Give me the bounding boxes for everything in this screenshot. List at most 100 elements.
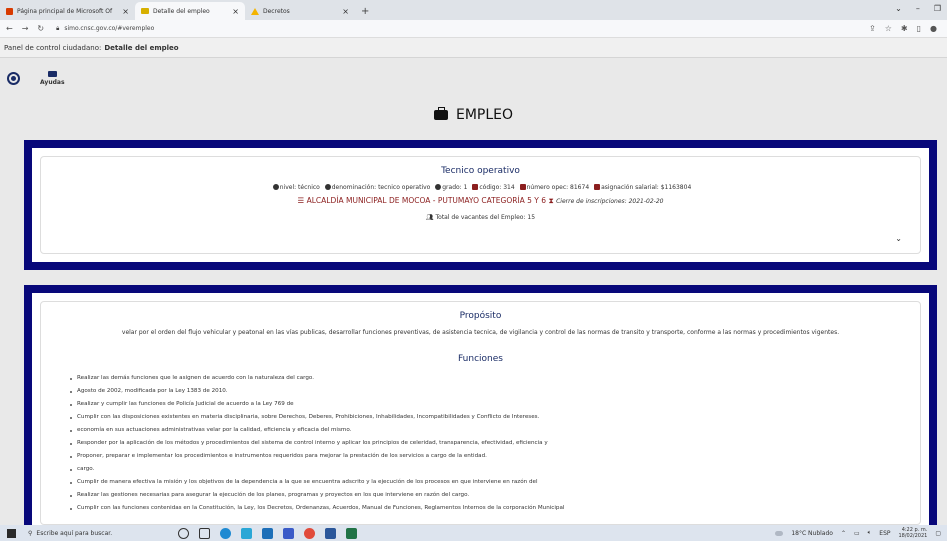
list-item: Realizar las demás funciones que le asig…	[70, 372, 920, 385]
lock-icon[interactable]: 🔒︎	[56, 25, 59, 33]
close-icon[interactable]: ×	[232, 7, 239, 16]
barcode-icon	[519, 184, 526, 190]
volume-icon[interactable]: 🔈︎	[868, 529, 872, 537]
vacancies: 👥︎ Total de vacantes del Empleo: 15	[41, 214, 920, 221]
task-view-icon[interactable]	[199, 527, 210, 539]
record-icon[interactable]	[7, 71, 20, 85]
tab-detalle-empleo[interactable]: Detalle del empleo ×	[135, 2, 245, 20]
taskbar: ⚲ Escribe aquí para buscar. 18°C Nublado…	[0, 525, 947, 541]
functions-title: Funciones	[458, 354, 503, 364]
tab-decretos[interactable]: Decretos ×	[245, 2, 355, 20]
url-field[interactable]: simo.cnsc.gov.co/#verempleo	[64, 25, 154, 32]
reload-icon[interactable]: ↻	[37, 24, 44, 33]
restore-icon[interactable]: ❐	[934, 4, 941, 13]
list-item: economía en sus actuaciones administrati…	[70, 424, 920, 437]
tab-label: Detalle del empleo	[153, 7, 210, 15]
level-icon	[272, 184, 279, 190]
job-grado: grado: 1	[442, 184, 468, 191]
job-summary-panel: Tecnico operativo nivel: técnico denomin…	[24, 140, 937, 270]
tab-label: Decretos	[263, 7, 290, 15]
address-bar: ← → ↻ 🔒︎ simo.cnsc.gov.co/#verempleo ⇪ ☆…	[0, 20, 947, 38]
drive-icon	[251, 7, 259, 15]
purpose-title: Propósito	[459, 311, 502, 321]
office-icon	[6, 7, 13, 15]
taskbar-search[interactable]: ⚲ Escribe aquí para buscar.	[28, 527, 168, 539]
language-indicator[interactable]: ESP	[879, 530, 890, 537]
breadcrumb: Panel de control ciudadano: Detalle del …	[0, 38, 947, 58]
page-title-text: EMPLEO	[455, 107, 514, 123]
new-tab-button[interactable]: +	[361, 6, 369, 17]
cierre-date: Cierre de inscripciones: 2021-02-20	[556, 198, 664, 205]
minimize-icon[interactable]: –	[916, 4, 920, 13]
window-controls: ⌄ – ❐	[895, 4, 941, 13]
share-icon[interactable]: ⇪	[869, 24, 876, 33]
building-icon: ☰	[297, 196, 305, 205]
chevron-down-icon[interactable]: ⌄	[895, 234, 902, 243]
clock-date: 18/02/2021	[898, 533, 928, 539]
job-summary-card: Tecnico operativo nivel: técnico denomin…	[40, 156, 921, 254]
photos-icon[interactable]	[283, 527, 294, 539]
sidebar-icon[interactable]: ▯	[917, 24, 921, 33]
search-placeholder: Escribe aquí para buscar.	[36, 529, 113, 537]
windows-start-icon[interactable]	[7, 528, 16, 538]
store-icon[interactable]	[241, 527, 252, 539]
close-icon[interactable]: ×	[342, 7, 349, 16]
job-salary: asignación salarial: $1163804	[601, 184, 692, 191]
browser-tab-bar: Página principal de Microsoft Of × Detal…	[0, 0, 947, 20]
job-meta: nivel: técnico denominación: tecnico ope…	[41, 184, 920, 191]
video-icon	[47, 70, 57, 77]
network-icon[interactable]: ▭	[854, 530, 860, 537]
tab-microsoft-office[interactable]: Página principal de Microsoft Of ×	[0, 2, 135, 20]
job-codigo: código: 314	[479, 184, 515, 191]
word-icon[interactable]	[325, 527, 336, 539]
code-icon	[472, 184, 479, 190]
hourglass-icon: ⧗	[548, 196, 554, 205]
briefcase-icon	[433, 107, 448, 120]
job-denominacion: denominación: tecnico operativo	[331, 184, 431, 191]
excel-icon[interactable]	[346, 527, 357, 539]
job-opec: número opec: 81674	[526, 184, 590, 191]
list-item: Cumplir con las funciones contenidas en …	[70, 502, 920, 515]
breadcrumb-current: Detalle del empleo	[104, 43, 179, 52]
list-item: cargo.	[70, 463, 920, 476]
chevron-down-icon[interactable]: ⌄	[895, 4, 902, 13]
extensions-icon[interactable]: ✱	[901, 24, 908, 33]
purpose-text: velar por el orden del flujo vehicular y…	[121, 329, 840, 336]
grade-icon	[435, 184, 442, 190]
vacancies-text: Total de vacantes del Empleo: 15	[435, 214, 536, 221]
tab-label: Página principal de Microsoft Of	[17, 7, 113, 15]
mail-icon[interactable]	[262, 527, 273, 539]
clock[interactable]: 4:22 p. m. 18/02/2021	[899, 527, 928, 539]
job-detail-panel: Propósito velar por el orden del flujo v…	[24, 285, 937, 525]
chevron-up-icon[interactable]: ⌃	[841, 530, 846, 537]
list-item: Agosto de 2002, modificada por la Ley 13…	[70, 385, 920, 398]
close-icon[interactable]: ×	[122, 7, 129, 16]
weather-icon	[775, 530, 784, 536]
weather-text[interactable]: 18°C Nublado	[791, 530, 833, 537]
job-entity: ☰ ALCALDÍA MUNICIPAL DE MOCOA - PUTUMAYO…	[41, 196, 920, 206]
page-title: EMPLEO	[0, 107, 947, 123]
list-item: Realizar las gestiones necesarias para a…	[70, 489, 920, 502]
list-item: Responder por la aplicación de los métod…	[70, 437, 920, 450]
forward-icon[interactable]: →	[22, 24, 29, 33]
user-icon	[324, 184, 331, 190]
profile-icon[interactable]: ●	[930, 24, 937, 33]
chrome-icon[interactable]	[304, 527, 315, 539]
edge-icon[interactable]	[220, 527, 231, 539]
users-icon: 👥︎	[425, 214, 434, 221]
search-icon: ⚲	[28, 529, 33, 537]
system-tray: 18°C Nublado ⌃ ▭ 🔈︎ ESP 4:22 p. m. 18/02…	[775, 527, 947, 539]
cortana-icon[interactable]	[178, 527, 189, 539]
job-title: Tecnico operativo	[441, 166, 520, 176]
help-button[interactable]: Ayudas	[40, 70, 65, 86]
job-nivel: nivel: técnico	[279, 184, 320, 191]
help-bar: Ayudas	[0, 58, 947, 98]
entity-name: ALCALDÍA MUNICIPAL DE MOCOA - PUTUMAYO C…	[306, 196, 547, 205]
help-label: Ayudas	[40, 78, 65, 86]
list-item: Proponer, preparar e implementar los pro…	[70, 450, 920, 463]
back-icon[interactable]: ←	[6, 24, 13, 33]
list-item: Realizar y cumplir las funciones de Poli…	[70, 398, 920, 411]
job-detail-card: Propósito velar por el orden del flujo v…	[40, 301, 921, 525]
star-icon[interactable]: ☆	[885, 24, 892, 33]
notification-icon[interactable]: ▢	[935, 530, 941, 537]
